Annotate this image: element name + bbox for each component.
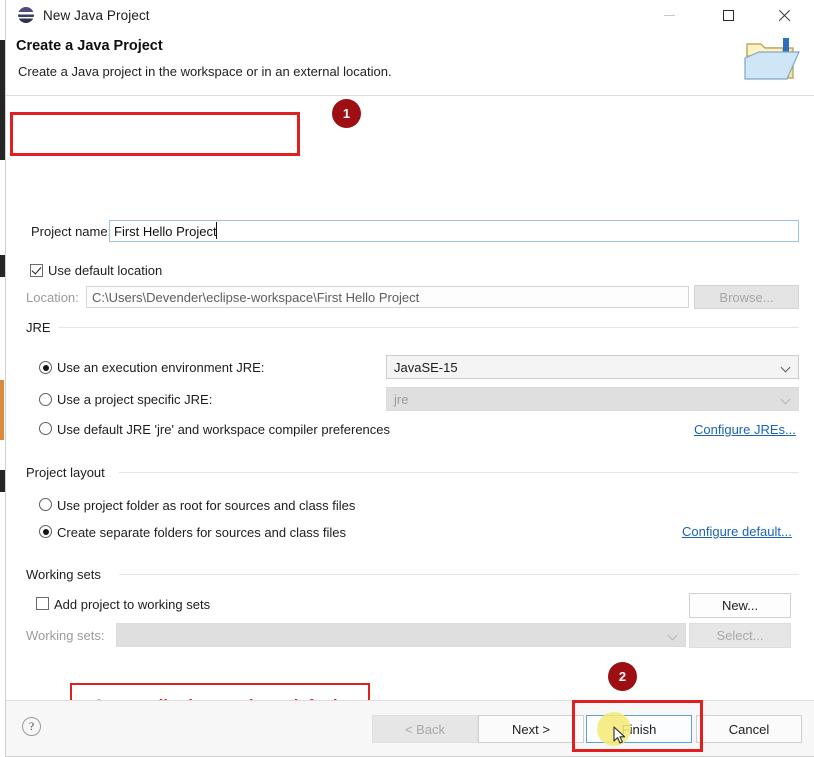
- chevron-down-icon: [780, 362, 791, 373]
- add-project-to-working-sets-checkbox[interactable]: [36, 597, 49, 610]
- chevron-down-icon: [780, 394, 791, 405]
- radio-separate-folders-label: Create separate folders for sources and …: [57, 525, 347, 540]
- working-sets-group-rule: [119, 574, 799, 575]
- back-button[interactable]: < Back: [372, 715, 478, 743]
- project-name-input[interactable]: [109, 220, 799, 242]
- text-caret: [216, 222, 217, 239]
- chevron-down-icon: [667, 630, 678, 641]
- location-input[interactable]: [86, 286, 689, 308]
- cancel-button[interactable]: Cancel: [696, 715, 802, 743]
- execution-environment-combo[interactable]: JavaSE-15: [386, 355, 799, 379]
- radio-execution-environment-jre[interactable]: [39, 361, 52, 374]
- radio-project-folder-root-label: Use project folder as root for sources a…: [57, 498, 356, 513]
- help-icon[interactable]: ?: [22, 717, 41, 736]
- radio-execution-environment-jre-label: Use an execution environment JRE:: [57, 360, 265, 375]
- project-specific-jre-combo[interactable]: jre: [386, 387, 799, 411]
- annotation-badge-2: 2: [608, 662, 637, 691]
- mouse-cursor: [613, 726, 626, 744]
- close-button[interactable]: [761, 0, 807, 30]
- new-java-project-dialog: New Java Project Create a Java Project C…: [5, 0, 814, 757]
- use-default-location-checkbox[interactable]: [30, 264, 43, 277]
- project-name-label: Project name:: [31, 224, 112, 239]
- use-default-location-label: Use default location: [48, 263, 163, 278]
- radio-separate-folders[interactable]: [39, 525, 52, 538]
- execution-environment-value: JavaSE-15: [394, 359, 458, 375]
- configure-default-link[interactable]: Configure default...: [682, 524, 792, 539]
- new-java-project-folder-icon: [744, 38, 800, 80]
- maximize-icon: [722, 9, 734, 21]
- working-sets-label: Working sets:: [26, 628, 105, 643]
- dialog-content: Project name: Use default location Locat…: [6, 96, 814, 728]
- project-specific-jre-value: jre: [394, 391, 409, 407]
- maximize-button[interactable]: [705, 0, 751, 30]
- radio-default-jre[interactable]: [39, 422, 52, 435]
- page-title: Create a Java Project: [16, 38, 163, 54]
- annotation-badge-1: 1: [332, 99, 361, 128]
- radio-project-specific-jre[interactable]: [39, 393, 52, 406]
- add-project-to-working-sets-label: Add project to working sets: [54, 597, 211, 612]
- dialog-header: Create a Java Project Create a Java proj…: [6, 30, 814, 96]
- working-sets-group-label: Working sets: [26, 567, 108, 582]
- select-working-set-button[interactable]: Select...: [689, 623, 791, 648]
- radio-default-jre-label: Use default JRE 'jre' and workspace comp…: [57, 422, 391, 437]
- title-bar: New Java Project: [6, 0, 814, 30]
- window-title: New Java Project: [43, 7, 150, 23]
- next-button[interactable]: Next >: [478, 715, 584, 743]
- browse-button[interactable]: Browse...: [694, 285, 799, 309]
- location-label: Location:: [26, 290, 79, 305]
- project-layout-group-rule: [119, 472, 799, 473]
- minimize-button[interactable]: [646, 0, 692, 30]
- new-working-set-button[interactable]: New...: [689, 593, 791, 618]
- project-layout-group-label: Project layout: [26, 465, 112, 480]
- radio-project-folder-root[interactable]: [39, 498, 52, 511]
- dialog-footer: ? < Back Next > Finish Cancel: [6, 700, 814, 756]
- working-sets-combo[interactable]: [116, 623, 686, 647]
- jre-group-rule: [54, 327, 799, 328]
- configure-jres-link[interactable]: Configure JREs...: [694, 422, 796, 437]
- page-subtitle: Create a Java project in the workspace o…: [18, 64, 392, 79]
- close-icon: [778, 9, 791, 22]
- jre-group-label: JRE: [26, 320, 58, 335]
- eclipse-sphere-icon: [18, 7, 34, 23]
- radio-project-specific-jre-label: Use a project specific JRE:: [57, 392, 213, 407]
- minimize-icon: [663, 14, 675, 16]
